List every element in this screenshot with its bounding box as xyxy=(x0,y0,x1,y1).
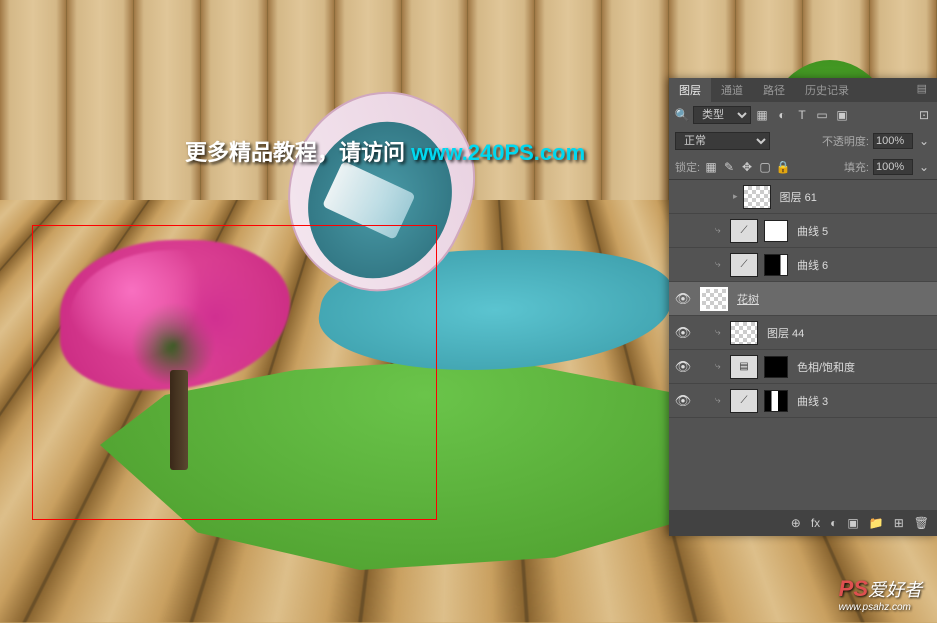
blend-mode-select[interactable]: 正常 xyxy=(675,132,770,150)
tab-layers[interactable]: 图层 xyxy=(669,78,711,102)
lock-position-icon[interactable]: ✥ xyxy=(740,160,754,174)
tab-channels[interactable]: 通道 xyxy=(711,78,753,102)
layer-thumbnail[interactable] xyxy=(700,287,728,311)
layer-list: ▸ 图层 61 ⤷ ⟋ 曲线 5 ⤷ ⟋ 曲线 6 👁 花树 xyxy=(669,180,937,510)
filter-smart-icon[interactable]: ▣ xyxy=(835,108,849,122)
lock-label: 锁定: xyxy=(675,159,700,175)
chevron-down-icon[interactable]: ⌄ xyxy=(917,134,931,148)
link-layers-icon[interactable]: ⊕ xyxy=(791,516,801,530)
layer-name-label[interactable]: 曲线 5 xyxy=(797,223,828,239)
layer-item[interactable]: 👁 ⤷ ⟋ 曲线 3 xyxy=(669,384,937,418)
layer-thumbnail[interactable]: ⟋ xyxy=(730,253,758,277)
filter-row: 🔍 类型 ▦ ◐ T ▭ ▣ ⊡ xyxy=(669,102,937,128)
visibility-toggle[interactable]: 👁 xyxy=(673,357,693,377)
layer-name-label[interactable]: 花树 xyxy=(737,291,759,307)
tab-paths[interactable]: 路径 xyxy=(753,78,795,102)
visibility-toggle[interactable] xyxy=(673,255,693,275)
clip-indicator-icon: ⤷ xyxy=(715,395,727,406)
visibility-toggle[interactable]: 👁 xyxy=(673,323,693,343)
layer-item[interactable]: ⤷ ⟋ 曲线 5 xyxy=(669,214,937,248)
blend-row: 正常 不透明度: ⌄ xyxy=(669,128,937,154)
opacity-label: 不透明度: xyxy=(822,133,869,149)
filter-adjustment-icon[interactable]: ◐ xyxy=(775,108,789,122)
filter-pixel-icon[interactable]: ▦ xyxy=(755,108,769,122)
layers-panel: 图层 通道 路径 历史记录 ▤ 🔍 类型 ▦ ◐ T ▭ ▣ ⊡ 正常 不透明度… xyxy=(669,78,937,536)
lock-brush-icon[interactable]: ✎ xyxy=(722,160,736,174)
layer-mask-thumbnail[interactable] xyxy=(764,220,788,242)
layer-thumbnail[interactable]: ▤ xyxy=(730,355,758,379)
layer-thumbnail[interactable]: ⟋ xyxy=(730,389,758,413)
layer-item[interactable]: ⤷ ⟋ 曲线 6 xyxy=(669,248,937,282)
layer-name-label[interactable]: 图层 44 xyxy=(767,325,804,341)
layer-name-label[interactable]: 图层 61 xyxy=(780,189,817,205)
panel-tabs: 图层 通道 路径 历史记录 ▤ xyxy=(669,78,937,102)
flower-tree-element xyxy=(60,240,320,490)
lock-artboard-icon[interactable]: ▢ xyxy=(758,160,772,174)
visibility-toggle[interactable] xyxy=(673,187,693,207)
visibility-toggle[interactable] xyxy=(673,221,693,241)
filter-type-icon[interactable]: T xyxy=(795,108,809,122)
layer-item-selected[interactable]: 👁 花树 xyxy=(669,282,937,316)
new-layer-icon[interactable]: ⊞ xyxy=(894,516,904,530)
filter-shape-icon[interactable]: ▭ xyxy=(815,108,829,122)
adjustment-layer-icon[interactable]: ▣ xyxy=(847,516,858,530)
chevron-down-icon[interactable]: ⌄ xyxy=(917,160,931,174)
fill-input[interactable] xyxy=(873,159,913,175)
layer-mask-icon[interactable]: ◐ xyxy=(830,516,837,530)
layer-mask-thumbnail[interactable] xyxy=(764,390,788,412)
layer-name-label[interactable]: 曲线 3 xyxy=(797,393,828,409)
layer-item[interactable]: ▸ 图层 61 xyxy=(669,180,937,214)
panel-menu-icon[interactable]: ▤ xyxy=(907,78,937,102)
layer-mask-thumbnail[interactable] xyxy=(764,254,788,276)
panel-footer: ⊕ fx ◐ ▣ 📁 ⊞ 🗑 xyxy=(669,510,937,536)
delete-layer-icon[interactable]: 🗑 xyxy=(914,516,929,530)
clip-indicator-icon: ⤷ xyxy=(715,327,727,338)
lock-row: 锁定: ▦ ✎ ✥ ▢ 🔒 填充: ⌄ xyxy=(669,154,937,180)
lock-all-icon[interactable]: 🔒 xyxy=(776,160,790,174)
clip-indicator-icon: ⤷ xyxy=(715,259,727,270)
layer-name-label[interactable]: 曲线 6 xyxy=(797,257,828,273)
fill-label: 填充: xyxy=(844,159,869,175)
visibility-toggle[interactable]: 👁 xyxy=(673,391,693,411)
search-icon[interactable]: 🔍 xyxy=(675,108,689,122)
lock-transparency-icon[interactable]: ▦ xyxy=(704,160,718,174)
layer-mask-thumbnail[interactable] xyxy=(764,356,788,378)
clip-indicator-icon: ⤷ xyxy=(715,361,727,372)
layer-item[interactable]: 👁 ⤷ ▤ 色相/饱和度 xyxy=(669,350,937,384)
filter-kind-select[interactable]: 类型 xyxy=(693,106,751,124)
layer-effects-icon[interactable]: fx xyxy=(811,516,820,530)
clip-indicator-icon: ⤷ xyxy=(715,225,727,236)
visibility-toggle[interactable]: 👁 xyxy=(673,289,693,309)
layer-thumbnail[interactable] xyxy=(730,321,758,345)
filter-toggle-icon[interactable]: ⊡ xyxy=(917,108,931,122)
opacity-input[interactable] xyxy=(873,133,913,149)
layer-group-icon[interactable]: 📁 xyxy=(869,516,884,530)
layer-thumbnail[interactable]: ⟋ xyxy=(730,219,758,243)
watermark-logo: PS爱好者 www.psahz.com xyxy=(839,576,922,613)
layer-item[interactable]: 👁 ⤷ 图层 44 xyxy=(669,316,937,350)
tab-history[interactable]: 历史记录 xyxy=(795,78,859,102)
watermark-text: 更多精品教程，请访问 www.240PS.com xyxy=(185,135,585,167)
layer-thumbnail[interactable] xyxy=(743,185,771,209)
layer-name-label[interactable]: 色相/饱和度 xyxy=(797,359,855,375)
